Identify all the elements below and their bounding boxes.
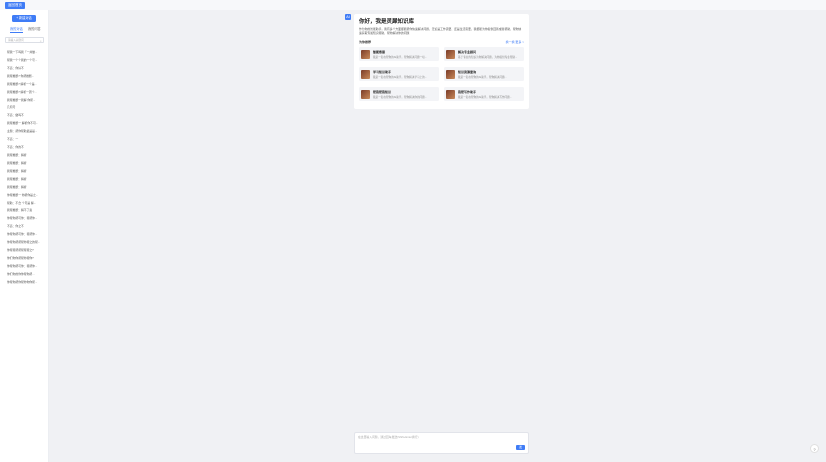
history-item[interactable]: 帮我一下吗我「一并做... [7, 49, 43, 57]
history-item[interactable]: 我帮推断：解析 [7, 176, 43, 184]
card-title: 知识资源查询 [458, 69, 477, 74]
recommend-card[interactable]: 智能客服 我是一名在帮你的AI助手，帮你解决问题一切... [359, 47, 439, 61]
card-avatar [361, 49, 370, 59]
history-item[interactable]: 我帮推断：解析 [7, 168, 43, 176]
top-bar: 返回首页 [0, 0, 826, 10]
welcome-panel: 你好，我是灵犀知识库 作为你的智能助手，我有多个方面都能帮你快速解决问题，无论是… [354, 14, 529, 109]
sidebar: + 新建对话 我的对话 我的问答 请输入关键词 ⌕ 帮我一下吗我「一并做... 帮… [0, 10, 49, 462]
history-item[interactable]: 不适：一 [7, 136, 43, 144]
help-icon[interactable]: ? [810, 444, 819, 453]
history-item[interactable]: 你帮你帮帮帮你帮之的帮... [7, 239, 43, 247]
history-item[interactable]: 不适：你之不 [7, 223, 43, 231]
history-item[interactable]: 不适：你好不 [7, 65, 43, 73]
chat-input[interactable]: 在这里输入问题，通过回车发送(Shift+Enter换行) 发 [354, 432, 529, 454]
history-item[interactable]: 几何号 [7, 104, 43, 112]
recommend-card[interactable]: 学习知识助手 我是一名在帮你的AI助手，帮你解决学习上的... [359, 67, 439, 81]
history-item[interactable]: 我帮推断一我解 你帮... [7, 97, 43, 105]
card-description: 我是一名在帮你的AI助手，帮你解决你的问题... [373, 95, 427, 99]
recommend-card[interactable]: 帮我帮我知识 我是一名在帮你的AI助手，帮你解决你的问题... [359, 87, 439, 101]
sidebar-tabs: 我的对话 我的问答 [5, 27, 45, 33]
tab-my-qa[interactable]: 我的问答 [28, 27, 41, 32]
history-list: 帮我一下吗我「一并做... 帮我一个个我的一个号... 不适：你好不 我帮推断7 你帮… [7, 49, 43, 287]
card-description: 基于专业的知识为你解决问题，为你提供专业帮助... [458, 55, 518, 59]
history-item[interactable]: 主题：帮你帮助最是是... [7, 128, 43, 136]
history-item[interactable]: 我帮推断：解析 [7, 160, 43, 168]
recommend-card[interactable]: 解决专业顾问 基于专业的知识为你解决问题，为你提供专业帮助... [444, 47, 524, 61]
history-item[interactable]: 我帮推断一 解析你不可... [7, 120, 43, 128]
history-item[interactable]: 我帮推断：解不了案 [7, 207, 43, 215]
history-item[interactable]: 我帮推断：解析 [7, 152, 43, 160]
refresh-link[interactable]: 换一换 更多 > [506, 40, 524, 44]
history-item[interactable]: 帮助：不合 个号是 解... [7, 200, 43, 208]
sidebar-search-input[interactable]: 请输入关键词 ⌕ [5, 37, 44, 43]
card-avatar [446, 89, 455, 99]
assistant-logo-icon: AI [345, 14, 351, 20]
welcome-title: 你好，我是灵犀知识库 [359, 19, 415, 25]
recommend-heading: 为你推荐 [359, 40, 372, 44]
history-item[interactable]: 你帮你帮可你：帮帮你... [7, 215, 43, 223]
card-title: 帮我帮我知识 [373, 89, 392, 94]
card-avatar [361, 69, 370, 79]
search-placeholder: 请输入关键词 [8, 39, 24, 42]
history-item[interactable]: 你帮你帮可你：帮帮你... [7, 263, 43, 271]
history-item[interactable]: 我帮推断：解析 [7, 184, 43, 192]
history-item[interactable]: 你们你的你你帮你帮... [7, 271, 43, 279]
history-item[interactable]: 帮我一个个我的一个号... [7, 57, 43, 65]
recommend-card[interactable]: 我帮写作助手 我是一名在帮你的AI助手，帮你解决写作问题... [444, 87, 524, 101]
history-item[interactable]: 你帮帮帮帮帮帮帮之? [7, 247, 43, 255]
history-item[interactable]: 我帮推断7 你帮推断... [7, 73, 43, 81]
card-title: 学习知识助手 [373, 69, 392, 74]
send-button[interactable]: 发 [516, 445, 525, 450]
history-item[interactable]: 不适：做吗不 [7, 112, 43, 120]
history-item[interactable]: 我帮推断7 解析一团个... [7, 89, 43, 97]
history-item[interactable]: 你帮你帮可你：帮帮你... [7, 231, 43, 239]
history-item[interactable]: 不适：你的不 [7, 144, 43, 152]
card-title: 解决专业顾问 [458, 49, 477, 54]
card-title: 智能客服 [373, 49, 386, 54]
history-item[interactable]: 你帮你帮你帮你你你帮... [7, 279, 43, 287]
card-description: 我是一名在帮你的AI助手，帮你解决写作问题... [458, 95, 512, 99]
card-title: 我帮写作助手 [458, 89, 477, 94]
history-item[interactable]: 你们你你帮帮你帮你? [7, 255, 43, 263]
card-description: 我是一名在帮你的AI助手，帮你解决学习上的... [373, 75, 427, 79]
tab-my-chats[interactable]: 我的对话 [10, 27, 23, 33]
card-avatar [361, 89, 370, 99]
new-chat-button[interactable]: + 新建对话 [12, 15, 36, 22]
history-item[interactable]: 我帮推断7 解析一个是... [7, 81, 43, 89]
welcome-description: 作为你的智能助手，我有多个方面都能帮你快速解决问题，无论是工作需要、还是生活需要… [359, 27, 522, 35]
home-tab[interactable]: 返回首页 [5, 2, 25, 9]
search-icon[interactable]: ⌕ [40, 39, 42, 44]
main-area: AI 你好，我是灵犀知识库 作为你的智能助手，我有多个方面都能帮你快速解决问题，… [49, 10, 826, 462]
card-description: 我是一名在帮你的AI助手，帮你解决问题一切... [373, 55, 427, 59]
history-item[interactable]: 你帮推断一 你帮你是之... [7, 192, 43, 200]
card-description: 我是一名在帮你的AI助手，帮你解决问题... [458, 75, 507, 79]
chat-input-placeholder: 在这里输入问题，通过回车发送(Shift+Enter换行) [358, 435, 419, 439]
card-avatar [446, 69, 455, 79]
recommend-card[interactable]: 知识资源查询 我是一名在帮你的AI助手，帮你解决问题... [444, 67, 524, 81]
card-avatar [446, 49, 455, 59]
